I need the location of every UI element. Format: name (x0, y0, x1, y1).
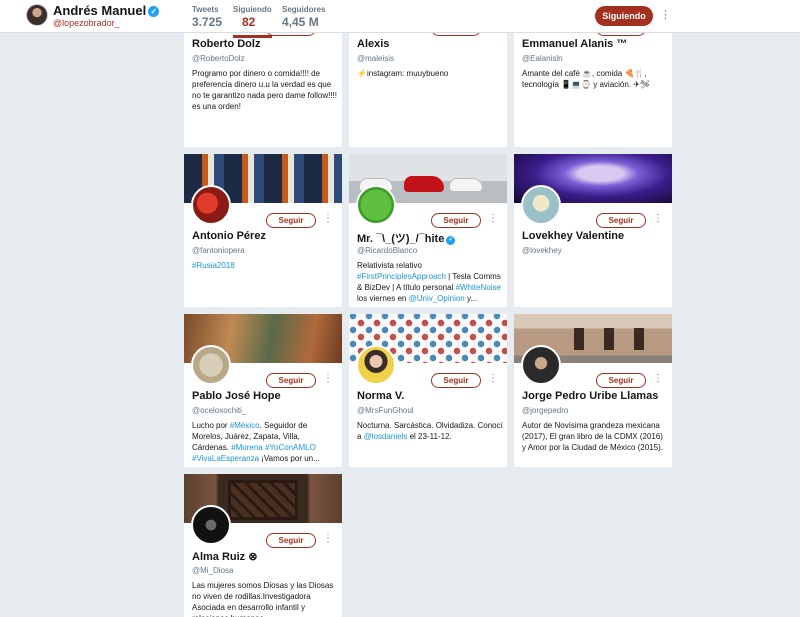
user-card[interactable]: Seguir ⋮ Mr. ¯\_(ツ)_/¯hite ✓ @RicardoBlan… (349, 154, 507, 307)
user-handle[interactable]: @RicardoBlanco (357, 246, 417, 255)
user-avatar[interactable] (356, 185, 396, 225)
user-bio: Nocturna. Sarcástica. Olvidadiza. Conocí… (357, 420, 503, 442)
user-avatar[interactable] (356, 345, 396, 385)
user-handle[interactable]: @MrsFunGhoul (357, 406, 414, 415)
user-bio: Las mujeres somos Diosas y las Diosas no… (192, 580, 338, 617)
bio-text: Autor de Novísima grandeza mexicana (201… (522, 421, 663, 452)
more-options-icon[interactable]: ⋮ (323, 533, 333, 544)
user-name[interactable]: Norma V. (357, 390, 404, 402)
user-avatar[interactable] (191, 505, 231, 545)
follow-button[interactable]: Seguir (596, 213, 646, 228)
more-options-icon[interactable]: ⋮ (323, 213, 333, 224)
bio-text: Las mujeres somos Diosas y las Diosas no… (192, 581, 334, 617)
user-handle[interactable]: @fantoniopera (192, 246, 245, 255)
stat-label: Tweets (192, 5, 219, 14)
follow-button[interactable]: Seguir (431, 373, 481, 388)
bio-link[interactable]: #VivaLaEsperanza (192, 454, 259, 463)
user-bio: Relativista relativo #FirstPrinciplesApp… (357, 260, 503, 304)
user-name[interactable]: Alexis (357, 38, 389, 50)
verified-badge-icon: ✓ (446, 236, 456, 245)
user-name[interactable]: Jorge Pedro Uribe Llamas (522, 390, 658, 402)
bio-text: ¡Vamos por un... (259, 454, 320, 463)
bio-link[interactable]: #YoConAMLO (265, 443, 316, 452)
user-avatar[interactable] (521, 185, 561, 225)
stat-label: Siguiendo (233, 5, 272, 14)
user-avatar[interactable] (191, 345, 231, 385)
user-name[interactable]: Roberto Dolz (192, 38, 260, 50)
profile-handle[interactable]: @lopezobrador_ (53, 18, 120, 28)
bio-text: ⚡instagram: muuybueno (357, 69, 449, 78)
bio-text: Lucho por (192, 421, 230, 430)
stat-tweets[interactable]: Tweets 3.725 (192, 5, 222, 29)
bio-text: los viernes en (357, 294, 409, 303)
bio-link[interactable]: #Morena (231, 443, 263, 452)
more-options-icon[interactable]: ⋮ (653, 373, 663, 384)
stat-following[interactable]: Siguiendo 82 (233, 5, 272, 38)
user-card[interactable]: Seguir ⋮ Pablo José Hope @oceloxochiti_ … (184, 314, 342, 467)
stat-value: 82 (242, 15, 256, 29)
more-options-icon[interactable]: ⋮ (488, 213, 498, 224)
user-handle[interactable]: @maleisis (357, 54, 394, 63)
follow-button[interactable]: Seguir (266, 373, 316, 388)
follow-button[interactable]: Seguir (596, 373, 646, 388)
more-options-icon[interactable]: ⋮ (323, 373, 333, 384)
follow-button[interactable]: Seguir (266, 533, 316, 548)
stat-value: 3.725 (192, 15, 223, 29)
bio-link[interactable]: @losdaniels (364, 432, 408, 441)
user-bio: Programo por dinero o comida!!!! de pref… (192, 68, 338, 112)
follow-button[interactable]: Seguir (431, 213, 481, 228)
user-bio: Lucho por #México. Seguidor de Morelos, … (192, 420, 338, 464)
user-handle[interactable]: @Mi_Diosa (192, 566, 233, 575)
profile-name[interactable]: Andrés Manuel ✓ (53, 3, 160, 18)
user-name[interactable]: Emmanuel Alanis ™ (522, 38, 627, 50)
profile-name-text[interactable]: Andrés Manuel (53, 3, 146, 18)
user-card[interactable]: Seguir ⋮ Antonio Pérez @fantoniopera #Ru… (184, 154, 342, 307)
bio-link[interactable]: #FirstPrinciplesApproach (357, 272, 446, 281)
user-card[interactable]: Seguir ⋮ Norma V. @MrsFunGhoul Nocturna.… (349, 314, 507, 467)
bio-link[interactable]: #Rusia2018 (192, 261, 235, 270)
bio-link[interactable]: @Univ_Opinion (409, 294, 465, 303)
user-bio: #Rusia2018 (192, 260, 338, 271)
stat-value: 4,45 M (282, 15, 319, 29)
more-options-icon[interactable]: ⋮ (488, 373, 498, 384)
bio-text: Programo por dinero o comida!!!! de pref… (192, 69, 337, 111)
user-name-text[interactable]: Mr. ¯\_(ツ)_/¯hite (357, 233, 444, 245)
bio-text: Amante del café ☕, comida 🍕🍴, tecnología… (522, 69, 651, 89)
user-name[interactable]: Antonio Pérez (192, 230, 266, 242)
user-card[interactable]: Seguir ⋮ Jorge Pedro Uribe Llamas @jorge… (514, 314, 672, 467)
bio-text: y... (464, 294, 478, 303)
user-handle[interactable]: @lovekhey (522, 246, 562, 255)
bio-link[interactable]: #WhiteNoise (456, 283, 501, 292)
user-card[interactable]: Seguir ⋮ Alma Ruiz ⊗ @Mi_Diosa Las mujer… (184, 474, 342, 617)
bio-text: el 23-11-12. (407, 432, 452, 441)
user-handle[interactable]: @oceloxochiti_ (192, 406, 246, 415)
more-options-icon[interactable]: ⋮ (653, 213, 663, 224)
following-button[interactable]: Siguiendo (595, 6, 653, 26)
user-name[interactable]: Alma Ruiz ⊗ (192, 550, 257, 563)
user-card[interactable]: Seguir ⋮ Lovekhey Valentine @lovekhey (514, 154, 672, 307)
stat-label: Seguidores (282, 5, 326, 14)
user-name[interactable]: Lovekhey Valentine (522, 230, 624, 242)
bio-text: Relativista relativo (357, 261, 422, 270)
user-handle[interactable]: @RobertoDolz (192, 54, 245, 63)
bio-link[interactable]: #México (230, 421, 260, 430)
user-avatar[interactable] (191, 185, 231, 225)
user-name[interactable]: Mr. ¯\_(ツ)_/¯hite ✓ (357, 230, 456, 246)
profile-header-bar: Andrés Manuel ✓ @lopezobrador_ Tweets 3.7… (0, 0, 800, 38)
more-options-icon[interactable]: ⋮ (660, 8, 671, 21)
user-avatar[interactable] (521, 345, 561, 385)
profile-avatar[interactable] (26, 4, 48, 26)
user-bio: Amante del café ☕, comida 🍕🍴, tecnología… (522, 68, 668, 90)
user-bio: Autor de Novísima grandeza mexicana (201… (522, 420, 668, 453)
user-name[interactable]: Pablo José Hope (192, 390, 281, 402)
follow-button[interactable]: Seguir (266, 213, 316, 228)
user-bio: ⚡instagram: muuybueno (357, 68, 503, 79)
verified-badge-icon: ✓ (148, 6, 160, 17)
user-handle[interactable]: @Ealanisln (522, 54, 563, 63)
stat-followers[interactable]: Seguidores 4,45 M (282, 5, 326, 29)
user-handle[interactable]: @jorgepedro (522, 406, 568, 415)
